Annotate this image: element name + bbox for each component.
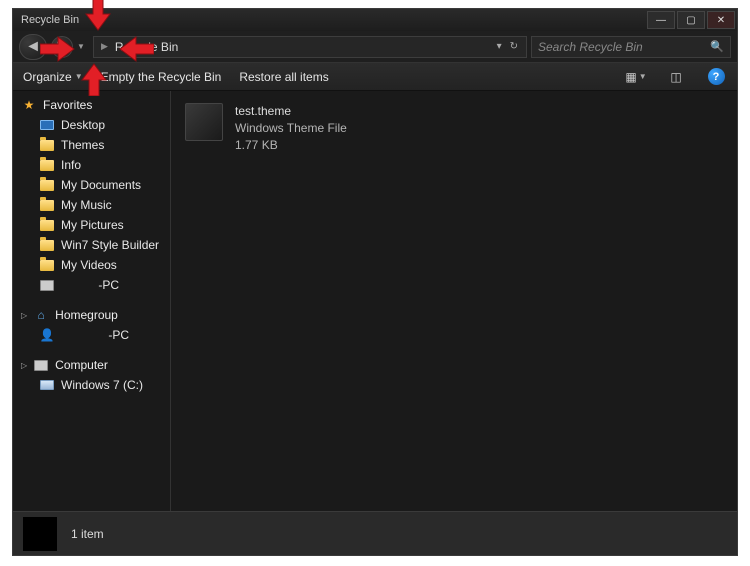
refresh-button[interactable]: ↻ bbox=[506, 41, 522, 52]
title-bar: Recycle Bin — ▢ ✕ bbox=[13, 9, 737, 31]
computer-icon bbox=[33, 358, 49, 372]
view-options-button[interactable]: ▦ ▼ bbox=[625, 67, 647, 87]
help-button[interactable]: ? bbox=[705, 67, 727, 87]
sidebar-item-label: -PC bbox=[108, 328, 129, 342]
favorites-label: Favorites bbox=[43, 98, 92, 112]
search-input[interactable]: Search Recycle Bin 🔍 bbox=[531, 36, 731, 58]
favorites-group: ★ Favorites Desktop Themes Info My Docum… bbox=[13, 95, 170, 295]
details-pane: 1 item bbox=[13, 511, 737, 555]
restore-all-button[interactable]: Restore all items bbox=[239, 70, 328, 84]
folder-icon bbox=[39, 178, 55, 192]
file-size: 1.77 KB bbox=[235, 137, 347, 154]
minimize-icon: — bbox=[656, 15, 666, 26]
history-dropdown[interactable]: ▼ bbox=[77, 42, 89, 51]
search-icon: 🔍 bbox=[710, 40, 724, 53]
sidebar-item-my-pictures[interactable]: My Pictures bbox=[13, 215, 170, 235]
sidebar-item-themes[interactable]: Themes bbox=[13, 135, 170, 155]
preview-pane-icon: ◫ bbox=[670, 70, 681, 84]
explorer-window: Recycle Bin — ▢ ✕ ◄ ► ▼ ▶ Recycle Bin ▾ … bbox=[12, 8, 738, 556]
expand-icon: ▷ bbox=[21, 361, 27, 370]
organize-label: Organize bbox=[23, 70, 72, 84]
sidebar-item-label: My Documents bbox=[61, 178, 141, 192]
redacted-text: .... bbox=[61, 328, 102, 342]
sidebar-item-label: Win7 Style Builder bbox=[61, 238, 159, 252]
homegroup-label: Homegroup bbox=[55, 308, 118, 322]
arrow-left-icon: ◄ bbox=[25, 38, 41, 56]
computer-icon bbox=[39, 278, 55, 292]
list-item[interactable]: test.theme Windows Theme File 1.77 KB bbox=[185, 103, 723, 153]
address-bar[interactable]: ▶ Recycle Bin ▾ ↻ bbox=[93, 36, 527, 58]
details-thumbnail-icon bbox=[23, 517, 57, 551]
folder-icon bbox=[39, 158, 55, 172]
item-count: 1 item bbox=[71, 527, 104, 541]
preview-pane-button[interactable]: ◫ bbox=[665, 67, 687, 87]
chevron-down-icon: ▼ bbox=[77, 42, 85, 51]
organize-menu[interactable]: Organize ▼ bbox=[23, 70, 83, 84]
sidebar-item-homegroup-user[interactable]: 👤.... -PC bbox=[13, 325, 170, 345]
sidebar-item-win7-style-builder[interactable]: Win7 Style Builder bbox=[13, 235, 170, 255]
homegroup-header[interactable]: ▷ ⌂ Homegroup bbox=[13, 305, 170, 325]
sidebar-item-label: Desktop bbox=[61, 118, 105, 132]
sidebar-item-info[interactable]: Info bbox=[13, 155, 170, 175]
navigation-pane: ★ Favorites Desktop Themes Info My Docum… bbox=[13, 91, 171, 511]
view-icon: ▦ bbox=[625, 70, 636, 84]
breadcrumb-chevron-icon: ▶ bbox=[98, 41, 111, 52]
folder-icon bbox=[39, 138, 55, 152]
folder-icon bbox=[39, 198, 55, 212]
sidebar-item-my-documents[interactable]: My Documents bbox=[13, 175, 170, 195]
folder-icon bbox=[39, 238, 55, 252]
redacted-text: . bbox=[61, 278, 92, 292]
computer-header[interactable]: ▷ Computer bbox=[13, 355, 170, 375]
folder-icon bbox=[39, 258, 55, 272]
breadcrumb-segment[interactable]: Recycle Bin bbox=[111, 40, 182, 54]
chevron-down-icon: ▼ bbox=[75, 72, 83, 81]
arrow-right-icon: ► bbox=[54, 38, 70, 56]
file-details: test.theme Windows Theme File 1.77 KB bbox=[235, 103, 347, 153]
maximize-button[interactable]: ▢ bbox=[677, 11, 705, 29]
homegroup-icon: ⌂ bbox=[33, 308, 49, 322]
sidebar-item-label: Windows 7 (C:) bbox=[61, 378, 143, 392]
user-icon: 👤 bbox=[39, 328, 55, 342]
close-icon: ✕ bbox=[717, 15, 725, 26]
maximize-icon: ▢ bbox=[686, 15, 695, 26]
sidebar-item-drive-c[interactable]: Windows 7 (C:) bbox=[13, 375, 170, 395]
sidebar-item-pc-shortcut[interactable]: . -PC bbox=[13, 275, 170, 295]
back-button[interactable]: ◄ bbox=[19, 34, 47, 60]
empty-recycle-bin-button[interactable]: Empty the Recycle Bin bbox=[101, 70, 222, 84]
window-body: ★ Favorites Desktop Themes Info My Docum… bbox=[13, 91, 737, 511]
folder-icon bbox=[39, 218, 55, 232]
sidebar-item-label: My Videos bbox=[61, 258, 117, 272]
search-placeholder: Search Recycle Bin bbox=[538, 40, 643, 54]
desktop-icon bbox=[39, 118, 55, 132]
star-icon: ★ bbox=[21, 98, 37, 112]
favorites-header[interactable]: ★ Favorites bbox=[13, 95, 170, 115]
chevron-down-icon: ▼ bbox=[639, 72, 647, 81]
sidebar-item-label: -PC bbox=[98, 278, 119, 292]
sidebar-item-label: My Pictures bbox=[61, 218, 124, 232]
sidebar-item-my-music[interactable]: My Music bbox=[13, 195, 170, 215]
file-list[interactable]: test.theme Windows Theme File 1.77 KB bbox=[171, 91, 737, 511]
homegroup-group: ▷ ⌂ Homegroup 👤.... -PC bbox=[13, 305, 170, 345]
sidebar-item-my-videos[interactable]: My Videos bbox=[13, 255, 170, 275]
sidebar-item-desktop[interactable]: Desktop bbox=[13, 115, 170, 135]
navigation-bar: ◄ ► ▼ ▶ Recycle Bin ▾ ↻ Search Recycle B… bbox=[13, 31, 737, 63]
sidebar-item-label: My Music bbox=[61, 198, 112, 212]
drive-icon bbox=[39, 378, 55, 392]
forward-button[interactable]: ► bbox=[51, 36, 73, 58]
help-icon: ? bbox=[708, 68, 725, 85]
minimize-button[interactable]: — bbox=[647, 11, 675, 29]
file-type: Windows Theme File bbox=[235, 120, 347, 137]
window-title: Recycle Bin bbox=[15, 14, 79, 26]
file-thumbnail-icon bbox=[185, 103, 223, 141]
file-name: test.theme bbox=[235, 103, 347, 120]
sidebar-item-label: Themes bbox=[61, 138, 104, 152]
computer-label: Computer bbox=[55, 358, 108, 372]
expand-icon: ▷ bbox=[21, 311, 27, 320]
close-button[interactable]: ✕ bbox=[707, 11, 735, 29]
command-bar: Organize ▼ Empty the Recycle Bin Restore… bbox=[13, 63, 737, 91]
computer-group: ▷ Computer Windows 7 (C:) bbox=[13, 355, 170, 395]
sidebar-item-label: Info bbox=[61, 158, 81, 172]
address-dropdown[interactable]: ▾ bbox=[493, 41, 506, 52]
